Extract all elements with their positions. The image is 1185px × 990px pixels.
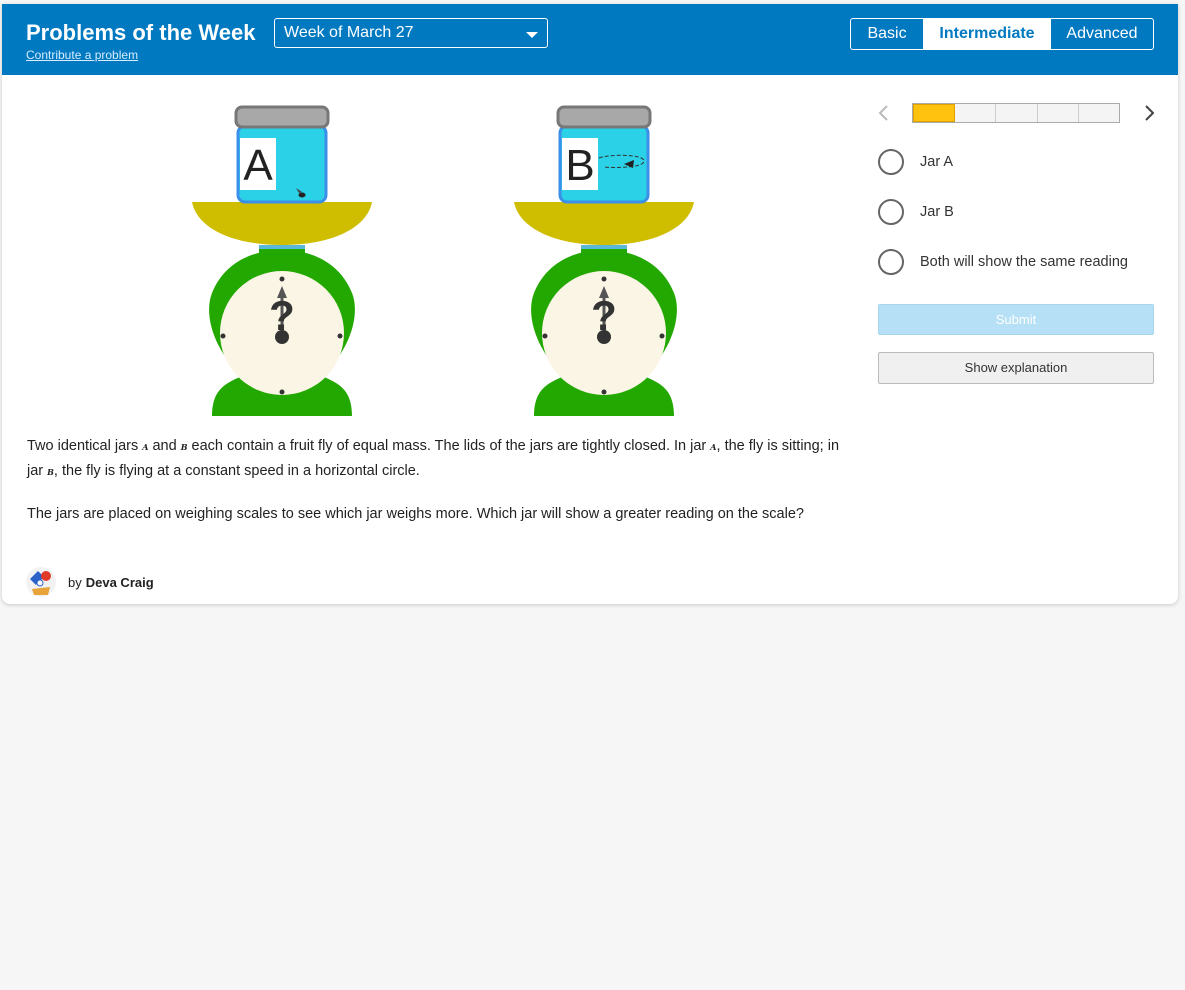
dial-b-question: ? (591, 292, 617, 339)
jar-b-label: B (565, 141, 594, 190)
problem-statement: Two identical jars A and B each contain … (27, 434, 857, 544)
dial-a-question: ? (269, 292, 295, 339)
problem-text-1e: , the fly is flying at a constant speed … (53, 463, 420, 479)
week-select-value: Week of March 27 (284, 24, 414, 41)
option-same-label: Both will show the same reading (920, 254, 1128, 270)
week-select[interactable]: Week of March 27 (274, 18, 548, 48)
problem-text-1b: and (148, 438, 181, 454)
option-jar-b-label: Jar B (920, 204, 954, 220)
radio-same[interactable] (878, 249, 904, 275)
level-intermediate-button[interactable]: Intermediate (924, 19, 1050, 49)
level-advanced-button[interactable]: Advanced (1050, 19, 1153, 49)
author-credit: by Deva Craig (26, 567, 154, 597)
submit-button[interactable]: Submit (878, 304, 1154, 335)
avatar[interactable] (26, 567, 56, 597)
problem-progress (912, 103, 1120, 123)
option-jar-a-label: Jar A (920, 154, 954, 170)
author-by: by (68, 574, 82, 590)
problem-illustration: ? A ? B (192, 105, 694, 416)
problem-card: Problems of the Week Contribute a proble… (2, 4, 1178, 604)
scale-a: ? A (192, 105, 372, 416)
contribute-link[interactable]: Contribute a problem (26, 48, 138, 62)
jar-a-label: A (243, 141, 273, 190)
var-b-2: B (47, 467, 54, 477)
author-name[interactable]: Deva Craig (86, 575, 154, 590)
problem-paragraph-1: Two identical jars A and B each contain … (27, 434, 857, 484)
progress-segment-1[interactable] (913, 104, 956, 122)
scale-b: ? B (514, 105, 694, 416)
option-jar-a[interactable]: Jar A (878, 148, 953, 176)
chevron-right-icon[interactable] (1140, 103, 1158, 123)
progress-segment-3[interactable] (996, 104, 1038, 122)
page-title: Problems of the Week (26, 20, 256, 45)
level-basic-button[interactable]: Basic (851, 19, 924, 49)
progress-segment-2[interactable] (955, 104, 997, 122)
problem-paragraph-2: The jars are placed on weighing scales t… (27, 506, 804, 522)
radio-jar-b[interactable] (878, 199, 904, 225)
level-toggle: Basic Intermediate Advanced (850, 18, 1154, 50)
chevron-down-icon (526, 32, 538, 38)
option-same[interactable]: Both will show the same reading (878, 248, 1128, 276)
radio-jar-a[interactable] (878, 149, 904, 175)
option-jar-b[interactable]: Jar B (878, 198, 954, 226)
header-bar: Problems of the Week Contribute a proble… (2, 4, 1178, 75)
chevron-left-icon[interactable] (875, 103, 893, 123)
progress-segment-4[interactable] (1038, 104, 1079, 122)
problem-text-1a: Two identical jars (27, 438, 143, 454)
progress-segment-5[interactable] (1079, 104, 1119, 122)
show-explanation-button[interactable]: Show explanation (878, 352, 1154, 384)
problem-text-1c: each contain a fruit fly of equal mass. … (187, 438, 711, 454)
